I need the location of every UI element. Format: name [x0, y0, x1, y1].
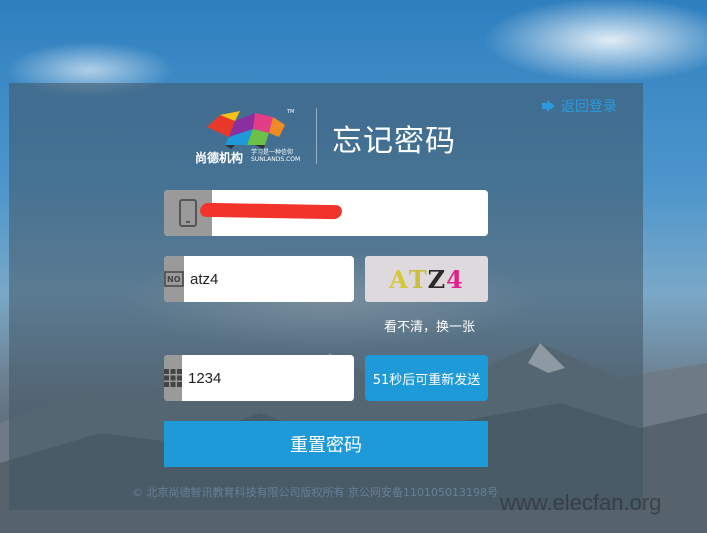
title-divider [316, 108, 317, 164]
page-title: 忘记密码 [332, 124, 456, 159]
back-to-login-label: 返回登录 [561, 99, 617, 115]
captcha-char: Z [427, 264, 447, 294]
captcha-char: 4 [446, 264, 464, 294]
no-badge-icon: NO [164, 256, 184, 302]
svg-text:NO: NO [167, 275, 181, 284]
redacted-phone-scribble [199, 202, 343, 220]
svg-text:TM: TM [286, 109, 294, 115]
logo-name: 尚德机构 [195, 151, 244, 165]
copyright-text: © 北京尚德智讯教育科技有限公司版权所有 京公网安备110105013198号 [132, 486, 498, 499]
captcha-char: A [389, 264, 409, 294]
captcha-input[interactable] [184, 256, 354, 302]
refresh-captcha-link[interactable]: 看不清，换一张 [384, 316, 475, 335]
resend-sms-button[interactable]: 51秒后可重新发送 [365, 355, 488, 401]
sms-code-field [164, 355, 354, 401]
back-to-login-link[interactable]: 返回登录 [542, 96, 617, 116]
logo-slogan: 学习是一种信仰 SUNLANDS.COM [251, 149, 300, 163]
watermark: www.elecfan.org [500, 490, 662, 515]
captcha-field: NO [164, 256, 354, 302]
captcha-char: T [408, 264, 428, 294]
sms-code-input[interactable] [182, 355, 354, 401]
logo-slogan-line-1: 学习是一种信仰 [251, 149, 294, 156]
arrow-right-icon [542, 100, 555, 112]
logo-slogan-line-2: SUNLANDS.COM [251, 156, 301, 163]
reset-password-button[interactable]: 重置密码 [164, 421, 488, 467]
grid-icon [164, 355, 182, 401]
captcha-image[interactable]: A T Z 4 [365, 256, 488, 302]
